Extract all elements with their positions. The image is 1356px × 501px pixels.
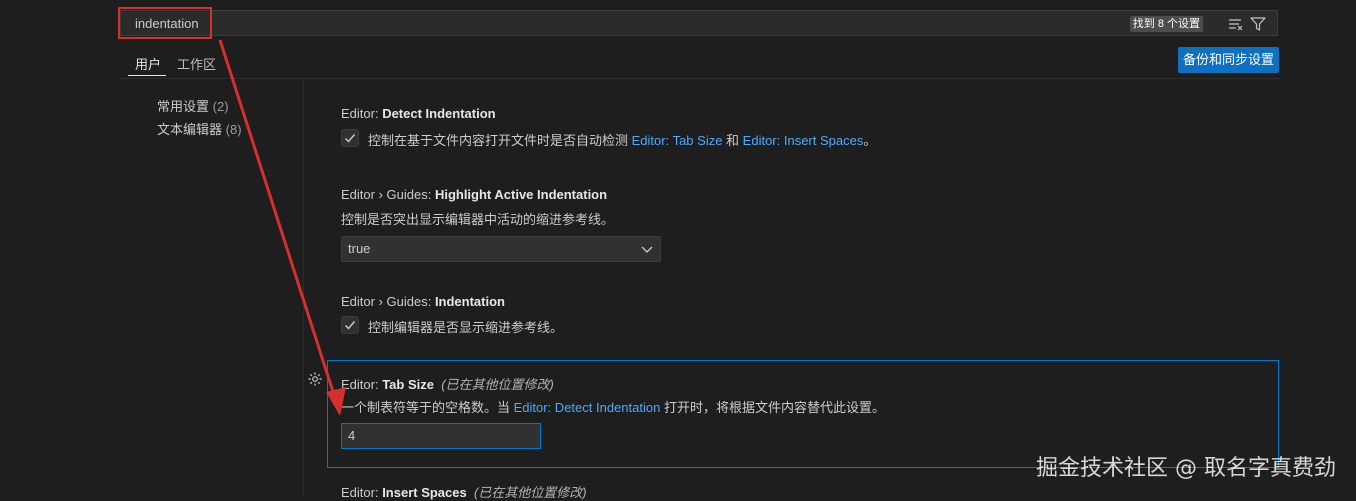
clear-filter-icon[interactable]	[1227, 15, 1245, 33]
watermark-text: 掘金技术社区 @ 取名字真费劲	[1036, 456, 1336, 481]
chevron-down-icon	[640, 242, 654, 259]
setting-category: Editor › Guides:	[341, 187, 435, 202]
description-text: 打开时，将根据文件内容替代此设置。	[660, 400, 885, 415]
settings-search-box[interactable]: indentation 找到 8 个设置	[120, 10, 1278, 36]
description-text: 一个制表符等于的空格数。当	[341, 400, 514, 415]
toc-item-label: 常用设置	[157, 99, 210, 114]
setting-category: Editor:	[341, 377, 383, 392]
description-text: 控制在基于文件内容打开文件时是否自动检测	[368, 133, 632, 148]
toc-item-text-editor[interactable]: 文本编辑器 (8)	[157, 119, 242, 138]
guides-indentation-description: 控制编辑器是否显示缩进参考线。	[368, 320, 564, 335]
detect-indentation-description: 控制在基于文件内容打开文件时是否自动检测 Editor: Tab Size 和 …	[368, 130, 876, 149]
toc-item-label: 文本编辑器	[157, 122, 223, 137]
description-text: 。	[863, 133, 877, 148]
active-tab-indicator	[128, 75, 166, 76]
setting-title-insert-spaces: Editor: Insert Spaces (已在其他位置修改)	[341, 482, 587, 501]
setting-category: Editor:	[341, 106, 383, 121]
tabs-divider	[120, 78, 1280, 79]
setting-title-detect-indentation: Editor: Detect Indentation	[341, 106, 496, 121]
setting-title-guides-indentation: Editor › Guides: Indentation	[341, 294, 505, 309]
search-result-count-badge: 找到 8 个设置	[1129, 16, 1203, 32]
toc-item-common-settings[interactable]: 常用设置 (2)	[157, 96, 229, 115]
setting-name: Tab Size	[382, 377, 434, 392]
link-detect-indentation[interactable]: Editor: Detect Indentation	[514, 400, 661, 415]
select-value: true	[348, 241, 371, 256]
setting-category: Editor › Guides:	[341, 294, 435, 309]
gear-icon[interactable]	[307, 371, 323, 390]
setting-title-tab-size: Editor: Tab Size (已在其他位置修改)	[341, 374, 554, 393]
modified-elsewhere-note[interactable]: (已在其他位置修改)	[474, 485, 587, 500]
toc-divider	[303, 80, 304, 496]
checkmark-icon	[345, 321, 356, 330]
setting-name: Insert Spaces	[382, 485, 467, 500]
setting-title-highlight-active-indentation: Editor › Guides: Highlight Active Indent…	[341, 187, 607, 202]
tab-size-input[interactable]: 4	[341, 423, 541, 449]
description-text: 和	[722, 133, 743, 148]
highlight-active-indentation-select[interactable]: true	[341, 236, 661, 262]
tab-workspace[interactable]: 工作区	[177, 54, 216, 73]
setting-name: Detect Indentation	[382, 106, 496, 121]
tab-size-description: 一个制表符等于的空格数。当 Editor: Detect Indentation…	[341, 397, 885, 416]
checkmark-icon	[345, 134, 356, 143]
backup-sync-button[interactable]: 备份和同步设置	[1178, 47, 1279, 73]
guides-indentation-checkbox[interactable]	[341, 316, 359, 334]
highlight-active-indentation-description: 控制是否突出显示编辑器中活动的缩进参考线。	[341, 212, 615, 227]
link-insert-spaces[interactable]: Editor: Insert Spaces	[743, 133, 864, 148]
filter-icon[interactable]	[1249, 15, 1267, 33]
tab-user[interactable]: 用户	[135, 54, 161, 73]
setting-name: Indentation	[434, 294, 505, 309]
search-highlight-annotation	[118, 7, 212, 39]
modified-elsewhere-note[interactable]: (已在其他位置修改)	[441, 377, 554, 392]
setting-name: Highlight Active Indentation	[434, 187, 608, 202]
toc-item-count: (2)	[212, 99, 229, 114]
detect-indentation-checkbox[interactable]	[341, 129, 359, 147]
setting-category: Editor:	[341, 485, 383, 500]
toc-item-count: (8)	[225, 122, 242, 137]
link-tab-size[interactable]: Editor: Tab Size	[632, 133, 723, 148]
